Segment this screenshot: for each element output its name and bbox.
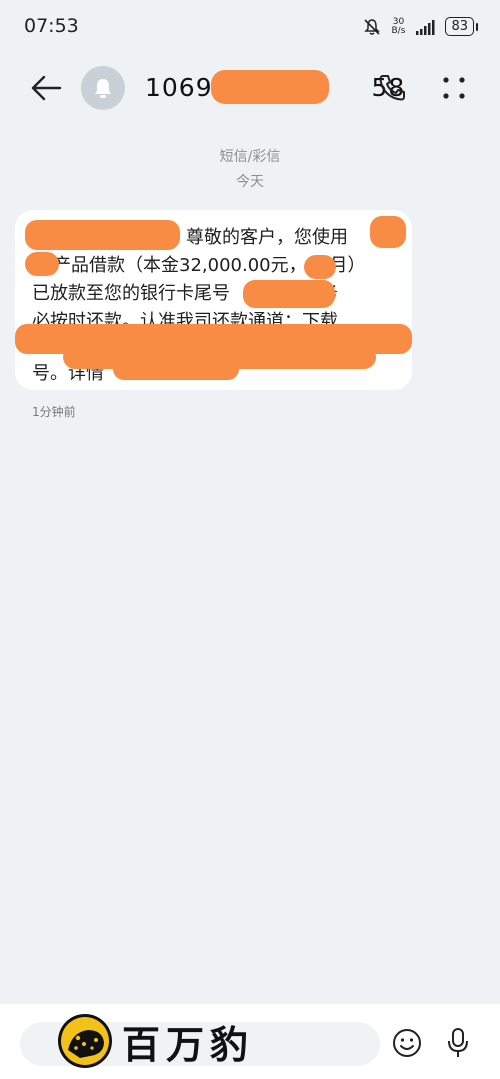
- net-speed: 30 B/s: [391, 16, 406, 36]
- message-type-label: 短信/彩信: [219, 149, 281, 165]
- date-separator: 今天: [236, 174, 264, 190]
- watermark: 百万豹: [58, 1010, 254, 1072]
- redaction-mark: [25, 220, 180, 250]
- redaction-mark: [25, 252, 59, 276]
- conversation-header: 10691 58: [0, 58, 500, 118]
- redaction-mark: [211, 70, 329, 104]
- back-arrow-icon: [31, 75, 62, 101]
- watermark-text: 百万豹: [122, 1022, 255, 1067]
- status-time: 07:53: [24, 15, 79, 37]
- mute-icon: [364, 18, 381, 35]
- voice-input-button[interactable]: [443, 1026, 473, 1060]
- message-timestamp: 1分钟前: [32, 405, 76, 419]
- message-bubble[interactable]: 尊敬的客户，您使用 产品借款（本金32,000.00元，12月） 已放款至您的银…: [15, 210, 412, 390]
- phone-icon: [379, 75, 405, 101]
- status-bar: 07:53 30 B/s 83: [0, 0, 500, 58]
- leopard-logo-icon: [58, 1014, 112, 1068]
- microphone-icon: [448, 1028, 468, 1057]
- status-icons: 30 B/s 83: [363, 16, 478, 36]
- back-button[interactable]: [26, 70, 66, 106]
- message-line-1: 尊敬的客户，您使用: [186, 227, 348, 248]
- contact-avatar[interactable]: [81, 66, 125, 110]
- more-dots-icon: [443, 77, 465, 99]
- call-button[interactable]: [374, 70, 410, 106]
- signal-icon: [416, 19, 435, 35]
- bell-icon: [95, 79, 111, 98]
- redaction-mark: [113, 358, 239, 380]
- redaction-mark: [243, 280, 335, 308]
- emoji-button[interactable]: [390, 1026, 424, 1060]
- redaction-mark: [370, 216, 406, 248]
- battery-indicator: 83: [445, 17, 478, 36]
- more-options-button[interactable]: [436, 70, 472, 106]
- redaction-mark: [304, 255, 336, 279]
- emoji-icon: [393, 1029, 421, 1057]
